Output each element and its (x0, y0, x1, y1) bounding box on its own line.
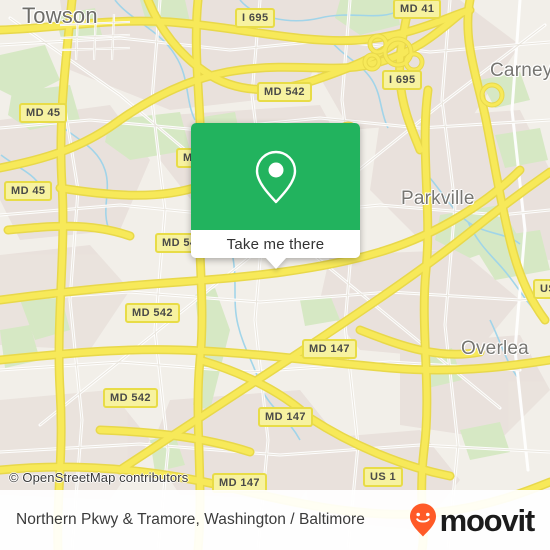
highway-shield-us1: US 1 (363, 467, 404, 487)
moovit-wordmark: moovit (439, 502, 536, 538)
highway-shield-md542-lower: MD 542 (103, 388, 158, 408)
moovit-brand[interactable]: moovit (409, 502, 536, 538)
highway-shield-md45-lower: MD 45 (4, 181, 53, 201)
popup-pointer-tail (264, 257, 287, 269)
highway-shield-md45-upper: MD 45 (19, 103, 68, 123)
highway-shield-md147-mid: MD 147 (258, 407, 313, 427)
highway-shield-md542-mid: MD 542 (125, 303, 180, 323)
highway-shield-md542-north: MD 542 (257, 82, 312, 102)
moovit-smiley-pin-icon (409, 503, 436, 537)
bottom-info-bar: Northern Pkwy & Tramore, Washington / Ba… (0, 490, 550, 550)
highway-shield-md147-upper: MD 147 (302, 339, 357, 359)
location-title: Northern Pkwy & Tramore, Washington / Ba… (16, 511, 365, 528)
take-me-there-label: Take me there (226, 235, 325, 253)
popup-action-bar[interactable]: Take me there (191, 230, 360, 258)
popup-header (191, 123, 360, 230)
osm-attribution[interactable]: © OpenStreetMap contributors (9, 470, 188, 485)
map-pin-icon (255, 150, 296, 203)
highway-shield-md41: MD 41 (393, 0, 442, 19)
highway-shield-i695-north: I 695 (235, 8, 276, 28)
moovit-map-screenshot: Towson Carney Parkville Overlea I 695 MD… (0, 0, 550, 550)
destination-popup-card[interactable]: Take me there (191, 123, 360, 269)
map-canvas[interactable]: Towson Carney Parkville Overlea I 695 MD… (0, 0, 550, 550)
highway-shield-us-edge: US (533, 279, 550, 299)
highway-shield-i695-east: I 695 (382, 70, 423, 90)
